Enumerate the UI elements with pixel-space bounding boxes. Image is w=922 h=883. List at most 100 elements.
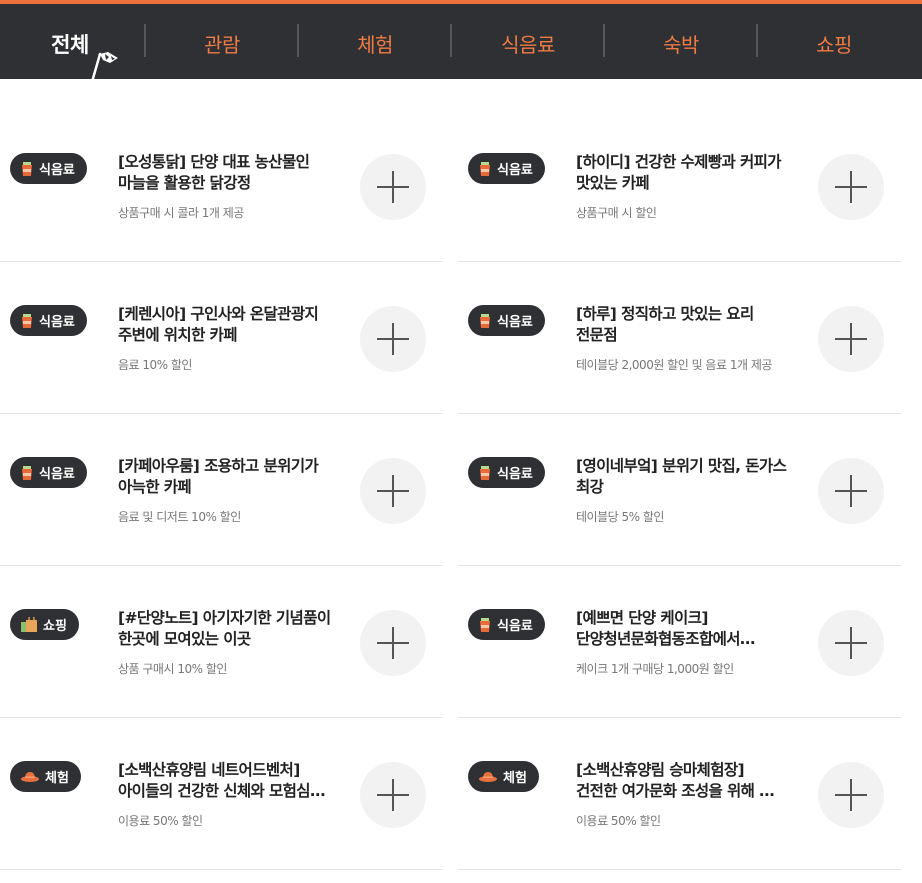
drink-cup-icon: [22, 465, 32, 480]
category-badge: 식음료: [468, 153, 545, 184]
add-button[interactable]: [360, 610, 426, 676]
category-badge: 식음료: [468, 609, 545, 640]
add-button[interactable]: [818, 154, 884, 220]
category-badge: 식음료: [10, 457, 87, 488]
card-title-line: 마늘을 활용한 닭강정: [118, 174, 251, 192]
add-button[interactable]: [360, 154, 426, 220]
add-button[interactable]: [818, 610, 884, 676]
benefit-card[interactable]: 식음료 [오성통닭] 단양 대표 농산물인 마늘을 활용한 닭강정 상품구매 시…: [0, 110, 443, 262]
benefit-card[interactable]: 식음료 [영이네부엌] 분위기 맛집, 돈가스 최강 테이블당 5% 할인: [458, 414, 901, 566]
category-badge: 식음료: [10, 153, 87, 184]
card-title-line: 건전한 여가문화 조성을 위해 …: [576, 782, 775, 800]
tab-label: 식음료: [501, 33, 555, 57]
card-title[interactable]: [예쁘면 단양 케이크] 단양청년문화협동조합에서…: [576, 608, 801, 650]
card-divider: [458, 869, 901, 870]
tab-shopping[interactable]: 쇼핑: [758, 8, 910, 79]
drink-cup-icon: [480, 161, 490, 176]
category-badge: 쇼핑: [10, 609, 79, 640]
benefit-card[interactable]: 식음료 [하루] 정직하고 맛있는 요리 전문점 테이블당 2,000원 할인 …: [458, 262, 901, 414]
drink-cup-icon: [480, 465, 490, 480]
card-title-line: [#단양노트] 아기자기한 기념품이: [118, 609, 331, 627]
card-title-line: 주변에 위치한 카페: [118, 326, 237, 344]
tab-lodging[interactable]: 숙박: [605, 8, 757, 79]
tab-label: 쇼핑: [816, 33, 852, 57]
benefit-text: 상품 구매시 10% 할인: [118, 662, 227, 676]
category-label: 체험: [45, 771, 69, 786]
card-title[interactable]: [#단양노트] 아기자기한 기념품이 한곳에 모여있는 이곳: [118, 608, 343, 650]
category-label: 식음료: [39, 467, 75, 482]
card-title-line: [영이네부엌] 분위기 맛집, 돈가스: [576, 457, 787, 475]
benefit-text: 음료 및 디저트 10% 할인: [118, 510, 241, 524]
card-title[interactable]: [소백산휴양림 승마체험장] 건전한 여가문화 조성을 위해 …: [576, 760, 801, 802]
tab-sightseeing[interactable]: 관람: [146, 8, 298, 79]
tab-label: 관람: [204, 33, 240, 57]
benefit-card[interactable]: 체험 [소백산휴양림 승마체험장] 건전한 여가문화 조성을 위해 … 이용료 …: [458, 718, 901, 870]
category-label: 식음료: [497, 619, 533, 634]
tab-label: 전체: [51, 32, 89, 57]
benefit-text: 상품구매 시 콜라 1개 제공: [118, 206, 244, 220]
category-badge: 식음료: [10, 305, 87, 336]
category-badge: 체험: [10, 761, 81, 792]
tab-label: 체험: [357, 33, 393, 57]
category-badge: 식음료: [468, 457, 545, 488]
category-label: 쇼핑: [43, 619, 67, 634]
drink-cup-icon: [22, 313, 32, 328]
card-title[interactable]: [카페아우룸] 조용하고 분위기가 아늑한 카페: [118, 456, 343, 498]
card-title-line: [하루] 정직하고 맛있는 요리: [576, 305, 754, 323]
category-label: 식음료: [497, 315, 533, 330]
category-nav: 전체 관람 체험 식음료 숙박 쇼핑: [0, 0, 922, 84]
benefit-text: 케이크 1개 구매당 1,000원 할인: [576, 662, 734, 676]
benefit-text: 테이블당 5% 할인: [576, 510, 664, 524]
tab-experience[interactable]: 체험: [299, 8, 451, 79]
card-title[interactable]: [하이디] 건강한 수제빵과 커피가 맛있는 카페: [576, 152, 801, 194]
add-button[interactable]: [818, 458, 884, 524]
benefit-text: 테이블당 2,000원 할인 및 음료 1개 제공: [576, 358, 772, 372]
benefit-text: 상품구매 시 할인: [576, 206, 657, 220]
benefit-text: 이용료 50% 할인: [576, 814, 661, 828]
card-title-line: [케렌시아] 구인사와 온달관광지: [118, 305, 319, 323]
category-label: 식음료: [497, 163, 533, 178]
benefit-card[interactable]: 식음료 [예쁘면 단양 케이크] 단양청년문화협동조합에서… 케이크 1개 구매…: [458, 566, 901, 718]
benefit-text: 음료 10% 할인: [118, 358, 192, 372]
card-title-line: [소백산휴양림 승마체험장]: [576, 761, 745, 779]
card-title-line: 맛있는 카페: [576, 174, 650, 192]
card-divider: [0, 869, 443, 870]
hat-icon: [21, 772, 39, 782]
card-title[interactable]: [케렌시아] 구인사와 온달관광지 주변에 위치한 카페: [118, 304, 343, 346]
category-label: 식음료: [497, 467, 533, 482]
tab-food[interactable]: 식음료: [452, 8, 604, 79]
benefit-text: 이용료 50% 할인: [118, 814, 203, 828]
card-title[interactable]: [하루] 정직하고 맛있는 요리 전문점: [576, 304, 801, 346]
benefit-card[interactable]: 식음료 [하이디] 건강한 수제빵과 커피가 맛있는 카페 상품구매 시 할인: [458, 110, 901, 262]
card-title-line: 단양청년문화협동조합에서…: [576, 630, 755, 648]
flag-icon: [90, 52, 118, 84]
card-title[interactable]: [소백산휴양림 네트어드벤처] 아이들의 건강한 신체와 모험심…: [118, 760, 343, 802]
card-title-line: 아늑한 카페: [118, 478, 192, 496]
add-button[interactable]: [360, 458, 426, 524]
add-button[interactable]: [360, 306, 426, 372]
tab-label: 숙박: [663, 33, 699, 57]
card-title[interactable]: [오성통닭] 단양 대표 농산물인 마늘을 활용한 닭강정: [118, 152, 343, 194]
card-title-line: [소백산휴양림 네트어드벤처]: [118, 761, 300, 779]
card-title[interactable]: [영이네부엌] 분위기 맛집, 돈가스 최강: [576, 456, 801, 498]
card-title-line: [오성통닭] 단양 대표 농산물인: [118, 153, 310, 171]
card-title-line: [카페아우룸] 조용하고 분위기가: [118, 457, 319, 475]
card-title-line: 전문점: [576, 326, 618, 344]
card-title-line: 한곳에 모여있는 이곳: [118, 630, 251, 648]
card-title-line: 아이들의 건강한 신체와 모험심…: [118, 782, 325, 800]
add-button[interactable]: [818, 762, 884, 828]
category-label: 식음료: [39, 315, 75, 330]
benefit-card[interactable]: 식음료 [케렌시아] 구인사와 온달관광지 주변에 위치한 카페 음료 10% …: [0, 262, 443, 414]
add-button[interactable]: [818, 306, 884, 372]
add-button[interactable]: [360, 762, 426, 828]
card-title-line: [예쁘면 단양 케이크]: [576, 609, 708, 627]
benefit-card[interactable]: 체험 [소백산휴양림 네트어드벤처] 아이들의 건강한 신체와 모험심… 이용료…: [0, 718, 443, 870]
category-label: 식음료: [39, 163, 75, 178]
category-label: 체험: [503, 771, 527, 786]
drink-cup-icon: [22, 161, 32, 176]
shopping-bag-icon: [21, 617, 37, 632]
benefit-card[interactable]: 식음료 [카페아우룸] 조용하고 분위기가 아늑한 카페 음료 및 디저트 10…: [0, 414, 443, 566]
card-title-line: 최강: [576, 478, 604, 496]
benefit-card[interactable]: 쇼핑 [#단양노트] 아기자기한 기념품이 한곳에 모여있는 이곳 상품 구매시…: [0, 566, 443, 718]
hat-icon: [479, 772, 497, 782]
